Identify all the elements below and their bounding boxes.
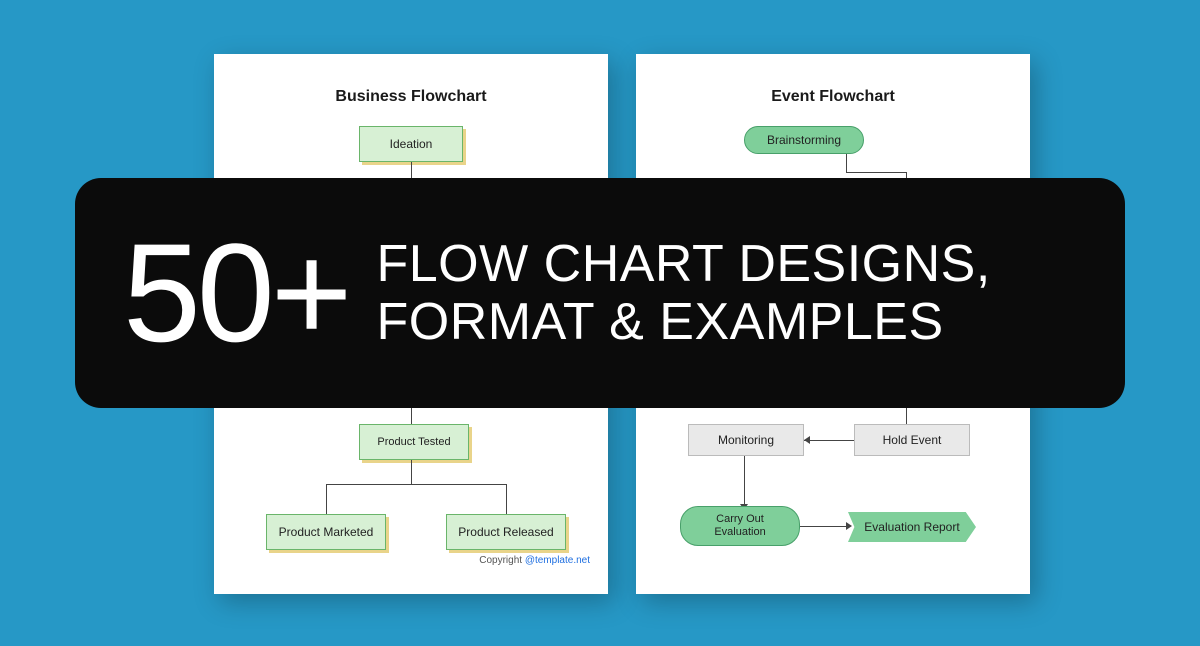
arrow-icon — [804, 436, 810, 444]
title-banner: 50+ FLOW CHART DESIGNS, FORMAT & EXAMPLE… — [75, 178, 1125, 408]
copyright-label: Copyright — [479, 555, 525, 566]
node-monitoring: Monitoring — [688, 424, 804, 456]
banner-line-1: FLOW CHART DESIGNS, — [376, 235, 990, 293]
banner-number: 50+ — [123, 223, 348, 363]
connector-line — [800, 526, 848, 527]
banner-headline: FLOW CHART DESIGNS, FORMAT & EXAMPLES — [376, 235, 990, 351]
connector-line — [744, 456, 745, 506]
node-brainstorming: Brainstorming — [744, 126, 864, 154]
node-carry-out-evaluation: Carry Out Evaluation — [680, 506, 800, 546]
connector-line — [411, 460, 412, 484]
connector-line — [326, 484, 327, 514]
node-product-tested: Product Tested — [359, 424, 469, 460]
business-flowchart-title: Business Flowchart — [214, 88, 608, 106]
connector-line — [846, 172, 906, 173]
connector-line — [506, 484, 507, 514]
node-hold-event: Hold Event — [854, 424, 970, 456]
node-ideation: Ideation — [359, 126, 463, 162]
event-flowchart-title: Event Flowchart — [636, 88, 1030, 106]
copyright-link: @template.net — [525, 555, 590, 566]
connector-line — [846, 154, 847, 172]
connector-line — [326, 484, 506, 485]
node-product-marketed: Product Marketed — [266, 514, 386, 550]
node-evaluation-report: Evaluation Report — [848, 512, 976, 542]
arrow-icon — [846, 522, 852, 530]
node-product-released: Product Released — [446, 514, 566, 550]
connector-line — [804, 440, 854, 441]
copyright-text: Copyright @template.net — [479, 555, 590, 566]
banner-line-2: FORMAT & EXAMPLES — [376, 293, 990, 351]
